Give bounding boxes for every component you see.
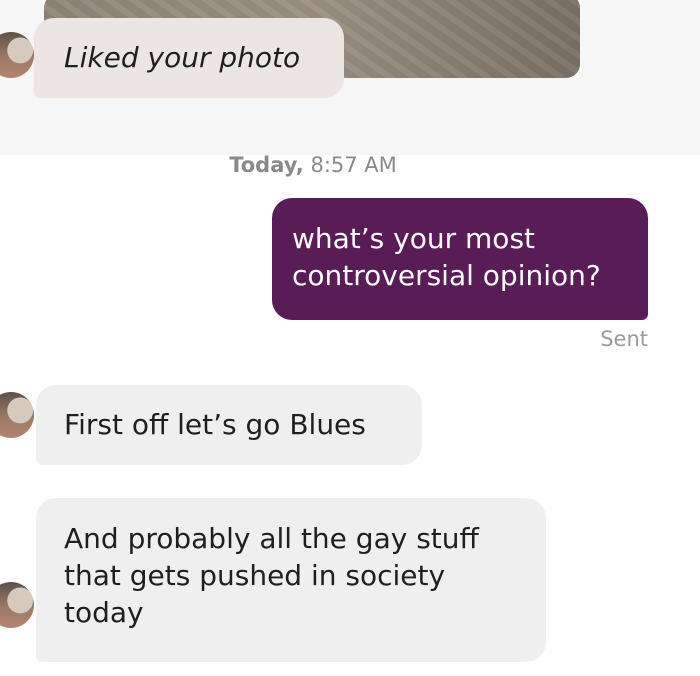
incoming-message[interactable]: First off let’s go Blues	[36, 385, 422, 465]
timestamp-day: Today,	[229, 153, 304, 177]
outgoing-message[interactable]: what’s your most controversial opinion?	[272, 198, 648, 320]
match-avatar[interactable]	[0, 392, 34, 438]
timestamp-time: 8:57 AM	[310, 153, 397, 177]
incoming-message-line: that gets pushed in society	[64, 559, 446, 592]
match-avatar[interactable]	[0, 582, 34, 628]
incoming-message-line: First off let’s go Blues	[64, 408, 366, 441]
chat-screen: Liked your photo Today, 8:57 AM what’s y…	[0, 0, 700, 676]
conversation-timestamp: Today, 8:57 AM	[0, 150, 626, 180]
liked-photo-text: Liked your photo	[64, 41, 301, 74]
outgoing-message-line: what’s your most	[292, 222, 536, 255]
incoming-message-line: today	[64, 596, 144, 629]
sent-status: Sent	[600, 327, 648, 351]
liked-photo-message: Liked your photo	[34, 18, 344, 98]
incoming-message[interactable]: And probably all the gay stuff that gets…	[36, 498, 546, 662]
outgoing-message-line: controversial opinion?	[292, 259, 601, 292]
incoming-message-line: And probably all the gay stuff	[64, 522, 479, 555]
